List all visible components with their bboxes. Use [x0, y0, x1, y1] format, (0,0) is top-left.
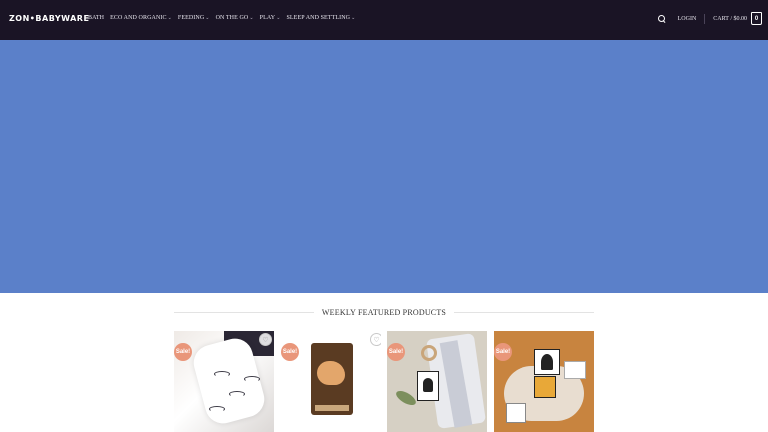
product-grid: Sale! ♡ Sale! ♡ Sale! Sale! — [174, 331, 594, 432]
heart-icon[interactable]: ♡ — [370, 333, 381, 346]
login-link[interactable]: LOGIN — [678, 16, 697, 22]
nav-item-sleep-and-settling[interactable]: SLEEP AND SETTLING ⌄ — [286, 15, 355, 21]
product-card[interactable]: Sale! ♡ — [281, 331, 381, 432]
chevron-down-icon: ⌄ — [205, 16, 210, 21]
divider — [454, 311, 594, 313]
chevron-down-icon: ⌄ — [351, 16, 356, 21]
sale-badge: Sale! — [174, 343, 192, 361]
cart-count-badge: 0 — [751, 12, 762, 25]
sale-badge: Sale! — [281, 343, 299, 361]
header-tools: LOGIN CART / $0.00 0 — [657, 12, 762, 25]
hero-banner — [0, 40, 768, 293]
chevron-down-icon: ⌄ — [167, 16, 172, 21]
nav-item-play[interactable]: PLAY ⌄ — [260, 15, 281, 21]
search-icon[interactable] — [657, 14, 666, 23]
divider — [704, 13, 706, 24]
featured-heading: WEEKLY FEATURED PRODUCTS — [174, 306, 594, 318]
divider — [174, 311, 314, 313]
nav-item-bath[interactable]: BATH — [88, 15, 104, 21]
chevron-down-icon: ⌄ — [249, 16, 254, 21]
product-card[interactable]: Sale! ♡ — [174, 331, 274, 432]
site-logo[interactable]: ZON•BABYWARE — [9, 14, 89, 23]
chevron-down-icon: ⌄ — [276, 16, 281, 21]
sale-badge: Sale! — [494, 343, 512, 361]
main-nav: BATH ECO AND ORGANIC ⌄ FEEDING ⌄ ON THE GO… — [88, 15, 355, 21]
nav-item-on-the-go[interactable]: ON THE GO ⌄ — [216, 15, 254, 21]
sale-badge: Sale! — [387, 343, 405, 361]
product-card[interactable]: Sale! — [494, 331, 594, 432]
site-header: ZON•BABYWARE BATH ECO AND ORGANIC ⌄ FEEDI… — [0, 0, 768, 40]
section-title: WEEKLY FEATURED PRODUCTS — [321, 307, 447, 317]
cart-link[interactable]: CART / $0.00 0 — [713, 12, 762, 25]
nav-item-feeding[interactable]: FEEDING ⌄ — [178, 15, 210, 21]
heart-icon[interactable]: ♡ — [259, 333, 272, 346]
product-card[interactable]: Sale! — [387, 331, 487, 432]
cart-total: CART / $0.00 — [713, 15, 747, 22]
nav-item-eco-and-organic[interactable]: ECO AND ORGANIC ⌄ — [110, 15, 172, 21]
